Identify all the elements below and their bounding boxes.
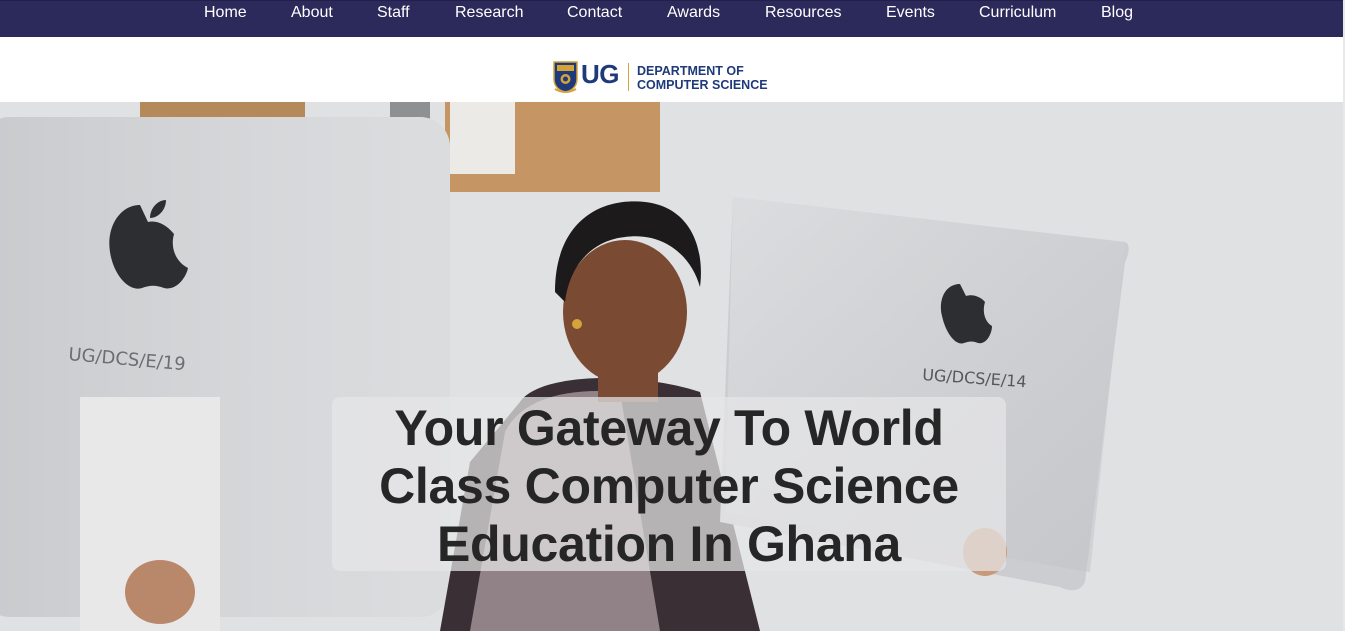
main-navigation: Home About Staff Research Contact Awards… xyxy=(0,0,1343,38)
nav-staff-link[interactable]: Staff xyxy=(377,4,410,22)
nav-about-link[interactable]: About xyxy=(291,4,333,22)
logo-dept-line-1: DEPARTMENT OF xyxy=(637,64,744,78)
nav-home-link[interactable]: Home xyxy=(204,4,247,22)
nav-curriculum-link[interactable]: Curriculum xyxy=(979,4,1056,22)
logo-divider xyxy=(628,63,629,91)
logo-abbreviation: UG xyxy=(581,59,620,89)
nav-awards-link[interactable]: Awards xyxy=(667,4,720,22)
nav-blog-link[interactable]: Blog xyxy=(1101,4,1133,22)
hero-headline: Your Gateway To World Class Computer Sci… xyxy=(379,400,959,572)
nav-resources-link[interactable]: Resources xyxy=(765,4,841,22)
department-logo[interactable]: UG DEPARTMENT OF COMPUTER SCIENCE xyxy=(553,59,793,95)
nav-events-link[interactable]: Events xyxy=(886,4,935,22)
hero-banner: UG/DCS/E/19 UG/DCS/E/14 Your Gateway To … xyxy=(0,102,1343,631)
nav-research-link[interactable]: Research xyxy=(455,4,523,22)
logo-header: UG DEPARTMENT OF COMPUTER SCIENCE xyxy=(0,37,1343,102)
university-crest-icon xyxy=(553,61,578,93)
logo-dept-line-2: COMPUTER SCIENCE xyxy=(637,78,768,92)
hero-headline-box: Your Gateway To World Class Computer Sci… xyxy=(332,397,1006,572)
nav-contact-link[interactable]: Contact xyxy=(567,4,622,22)
